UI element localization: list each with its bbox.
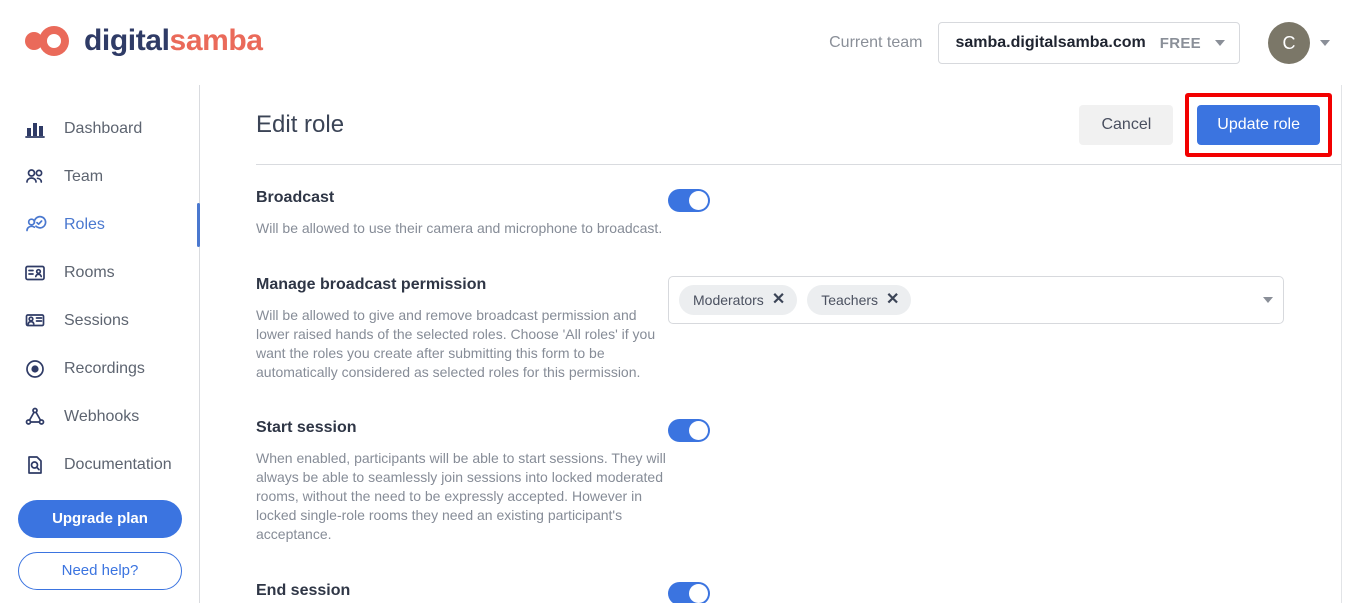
- sidebar-nav: Dashboard Team: [0, 85, 199, 489]
- start-session-toggle[interactable]: [668, 419, 710, 442]
- selected-roles-chips: Moderators ✕ Teachers ✕: [679, 285, 911, 315]
- edit-role-form: Broadcast Will be allowed to use their c…: [200, 165, 1350, 603]
- field-title: End session: [256, 582, 668, 600]
- sidebar-item-label: Sessions: [64, 312, 129, 330]
- person-check-icon: [22, 212, 48, 238]
- field-control: [668, 395, 1350, 543]
- field-description: When enabled, participants will be able …: [256, 449, 668, 543]
- webhook-nodes-icon: [22, 404, 48, 430]
- sidebar-item-label: Roles: [64, 216, 105, 234]
- digitalsamba-logo-icon: [22, 22, 74, 60]
- field-text: Broadcast Will be allowed to use their c…: [256, 165, 668, 238]
- field-manage-broadcast-permission: Manage broadcast permission Will be allo…: [256, 252, 1350, 382]
- field-text: End session: [256, 558, 668, 603]
- need-help-button[interactable]: Need help?: [18, 552, 182, 590]
- field-end-session: End session: [256, 558, 1350, 603]
- main-content: Edit role Cancel Update role Broadcast W…: [200, 85, 1350, 603]
- field-title: Manage broadcast permission: [256, 276, 668, 294]
- chevron-down-icon: [1215, 40, 1225, 46]
- team-plan-badge: FREE: [1160, 35, 1201, 52]
- field-description: Will be allowed to give and remove broad…: [256, 306, 668, 382]
- sidebar-item-documentation[interactable]: Documentation: [0, 441, 199, 489]
- user-menu[interactable]: C: [1268, 22, 1330, 64]
- top-bar: digitalsamba Current team samba.digitals…: [0, 0, 1350, 85]
- page-scrollbar[interactable]: [1341, 85, 1350, 603]
- field-control: [668, 165, 1350, 238]
- field-description: Will be allowed to use their camera and …: [256, 219, 668, 238]
- app-root: digitalsamba Current team samba.digitals…: [0, 0, 1350, 603]
- broadcast-toggle[interactable]: [668, 189, 710, 212]
- role-chip[interactable]: Moderators ✕: [679, 285, 797, 315]
- chevron-down-icon: [1320, 40, 1330, 46]
- sidebar-item-label: Documentation: [64, 456, 172, 474]
- page-title: Edit role: [256, 111, 344, 139]
- sidebar-item-dashboard[interactable]: Dashboard: [0, 105, 199, 153]
- field-control: Moderators ✕ Teachers ✕: [668, 252, 1350, 382]
- sidebar-item-roles[interactable]: Roles: [0, 201, 199, 249]
- current-team-label: Current team: [829, 34, 922, 52]
- avatar: C: [1268, 22, 1310, 64]
- sidebar-item-webhooks[interactable]: Webhooks: [0, 393, 199, 441]
- toggle-knob: [689, 584, 708, 603]
- chevron-down-icon[interactable]: [1263, 297, 1273, 303]
- brand-logo-text: digitalsamba: [84, 22, 263, 60]
- brand-logo-text-secondary: samba: [170, 24, 263, 57]
- field-text: Manage broadcast permission Will be allo…: [256, 252, 668, 382]
- sidebar-item-label: Rooms: [64, 264, 115, 282]
- field-text: Start session When enabled, participants…: [256, 395, 668, 543]
- sidebar-item-label: Webhooks: [64, 408, 139, 426]
- cancel-button[interactable]: Cancel: [1079, 105, 1173, 145]
- update-role-button[interactable]: Update role: [1197, 105, 1320, 145]
- document-search-icon: [22, 452, 48, 478]
- role-chip[interactable]: Teachers ✕: [807, 285, 911, 315]
- field-control: [668, 558, 1350, 603]
- sidebar-item-recordings[interactable]: Recordings: [0, 345, 199, 393]
- manage-broadcast-roles-multiselect[interactable]: Moderators ✕ Teachers ✕: [668, 276, 1284, 324]
- toggle-knob: [689, 191, 708, 210]
- sidebar-actions: Upgrade plan Need help?: [0, 500, 200, 590]
- sidebar-item-team[interactable]: Team: [0, 153, 199, 201]
- sidebar-item-label: Team: [64, 168, 103, 186]
- session-card-icon: [22, 308, 48, 334]
- field-title: Broadcast: [256, 189, 668, 207]
- bar-chart-icon: [22, 116, 48, 142]
- end-session-toggle[interactable]: [668, 582, 710, 603]
- role-chip-label: Teachers: [821, 292, 878, 308]
- team-selector[interactable]: samba.digitalsamba.com FREE: [938, 22, 1240, 64]
- page-actions: Cancel Update role: [1079, 93, 1332, 157]
- update-role-highlight: Update role: [1185, 93, 1332, 157]
- brand-logo-text-primary: digital: [84, 24, 170, 57]
- id-card-icon: [22, 260, 48, 286]
- toggle-knob: [689, 421, 708, 440]
- people-icon: [22, 164, 48, 190]
- role-chip-label: Moderators: [693, 292, 764, 308]
- close-icon[interactable]: ✕: [772, 292, 785, 308]
- sidebar-item-sessions[interactable]: Sessions: [0, 297, 199, 345]
- current-team-area: Current team samba.digitalsamba.com FREE: [829, 22, 1240, 64]
- field-start-session: Start session When enabled, participants…: [256, 395, 1350, 543]
- sidebar-item-rooms[interactable]: Rooms: [0, 249, 199, 297]
- field-broadcast: Broadcast Will be allowed to use their c…: [256, 165, 1350, 238]
- close-icon[interactable]: ✕: [886, 292, 899, 308]
- field-title: Start session: [256, 419, 668, 437]
- sidebar-item-label: Dashboard: [64, 120, 142, 138]
- sidebar: Dashboard Team: [0, 85, 200, 603]
- upgrade-plan-button[interactable]: Upgrade plan: [18, 500, 182, 538]
- record-circle-icon: [22, 356, 48, 382]
- page-header: Edit role Cancel Update role: [200, 85, 1350, 164]
- team-name: samba.digitalsamba.com: [955, 34, 1145, 52]
- brand-logo[interactable]: digitalsamba: [22, 22, 263, 60]
- sidebar-item-label: Recordings: [64, 360, 145, 378]
